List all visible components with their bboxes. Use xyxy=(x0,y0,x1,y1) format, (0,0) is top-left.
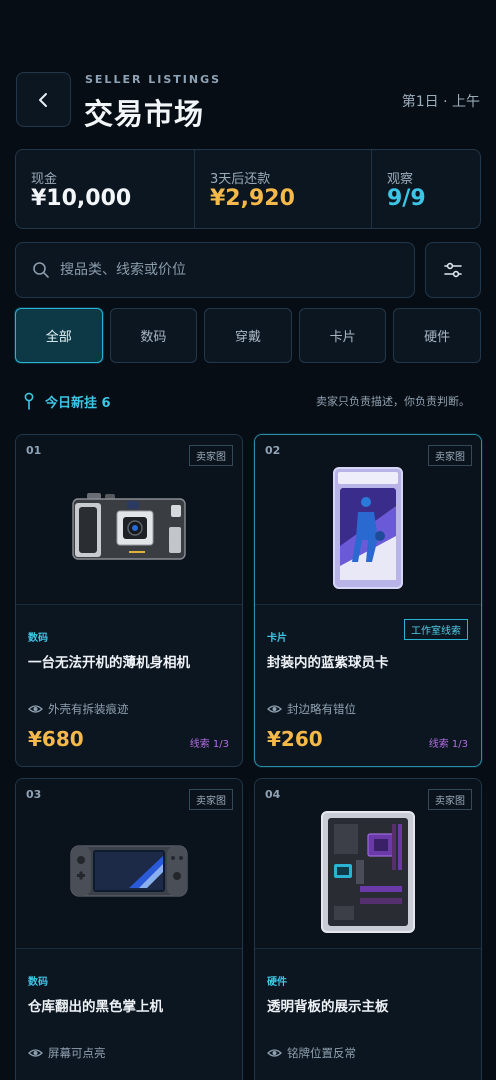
listing-observation: 屏幕可点亮 xyxy=(28,1045,106,1061)
day-indicator: 第1日 · 上午 xyxy=(401,94,480,110)
observation-text: 铭牌位置反常 xyxy=(287,1046,356,1060)
pin-icon xyxy=(24,392,34,410)
disclaimer-text: 卖家只负责描述，你负责判断。 xyxy=(316,395,470,408)
stat-cash: 现金 ¥10,000 xyxy=(16,150,194,228)
stat-observe: 观察 9/9 xyxy=(371,150,480,228)
listing-image-area: 01 卖家图 xyxy=(16,435,242,605)
sliders-icon xyxy=(444,262,462,278)
handheld-console-illustration-icon xyxy=(70,844,188,897)
listing-title: 一台无法开机的薄机身相机 xyxy=(28,655,190,671)
listing-title: 封装内的蓝紫球员卡 xyxy=(267,655,389,671)
workshop-clue-tag: 工作室线索 xyxy=(404,619,468,640)
observation-text: 屏幕可点亮 xyxy=(48,1046,106,1060)
category-tabs: 全部 数码 穿戴 卡片 硬件 xyxy=(15,308,481,364)
new-listings-count: 今日新挂 6 xyxy=(45,396,111,411)
stat-label: 现金 xyxy=(31,172,58,187)
listing-card[interactable]: 01 卖家图 数码 一台无法开机的薄机身相机 外壳有拆装痕迹 ¥680 线索 1… xyxy=(15,434,243,767)
section-eyebrow: SELLER LISTINGS xyxy=(85,73,222,86)
listing-observation: 铭牌位置反常 xyxy=(267,1045,356,1061)
stat-value: ¥10,000 xyxy=(31,186,132,211)
observation-text: 外壳有拆装痕迹 xyxy=(48,702,129,716)
listing-card[interactable]: 04 卖家图 硬件 透明背板的展示主板 铭牌位置反常 xyxy=(254,778,482,1080)
new-listings-row: 今日新挂 6 卖家只负责描述，你负责判断。 xyxy=(22,390,476,412)
search-input[interactable] xyxy=(60,262,414,278)
listing-image-area: 04 卖家图 xyxy=(255,779,481,949)
search-icon xyxy=(33,262,49,278)
stat-repayment: 3天后还款 ¥2,920 xyxy=(194,150,371,228)
listing-category: 数码 xyxy=(28,977,48,988)
stats-panel: 现金 ¥10,000 3天后还款 ¥2,920 观察 9/9 xyxy=(15,149,481,229)
motherboard-illustration-icon xyxy=(321,810,415,933)
market-page: SELLER LISTINGS 交易市场 第1日 · 上午 现金 ¥10,000… xyxy=(0,0,496,1080)
tab-digital[interactable]: 数码 xyxy=(109,308,198,363)
listing-observation: 外壳有拆装痕迹 xyxy=(28,701,129,717)
listing-price: ¥680 xyxy=(28,727,84,751)
listing-observation: 封边略有错位 xyxy=(267,701,356,717)
listing-card[interactable]: 02 卖家图 工作室线索 卡片 封装内的蓝紫球员卡 封边略有错位 ¥260 线索… xyxy=(254,434,482,767)
header: SELLER LISTINGS 交易市场 第1日 · 上午 xyxy=(16,72,480,131)
eye-icon xyxy=(28,705,43,713)
stat-value: ¥2,920 xyxy=(210,186,295,211)
chevron-left-icon xyxy=(38,92,47,107)
listing-image-area: 02 卖家图 xyxy=(255,435,481,605)
stat-label: 观察 xyxy=(387,172,414,187)
camera-illustration-icon xyxy=(72,492,186,560)
tab-cards[interactable]: 卡片 xyxy=(298,308,387,363)
observation-text: 封边略有错位 xyxy=(287,702,356,716)
stat-value: 9/9 xyxy=(387,186,426,211)
tab-hardware[interactable]: 硬件 xyxy=(393,308,481,363)
back-button[interactable] xyxy=(16,72,71,127)
search-bar[interactable] xyxy=(15,242,415,298)
stat-label: 3天后还款 xyxy=(210,172,271,187)
clue-progress: 线索 1/3 xyxy=(428,739,468,750)
listing-title: 透明背板的展示主板 xyxy=(267,999,389,1015)
listing-price: ¥260 xyxy=(267,727,323,751)
listing-category: 数码 xyxy=(28,633,48,644)
page-title: 交易市场 xyxy=(84,97,205,131)
graded-card-illustration-icon xyxy=(333,466,403,589)
listing-image-area: 03 卖家图 xyxy=(16,779,242,949)
listing-card[interactable]: 03 卖家图 数码 仓库翻出的黑色掌上机 屏幕可点亮 xyxy=(15,778,243,1080)
filter-button[interactable] xyxy=(425,242,481,298)
listing-title: 仓库翻出的黑色掌上机 xyxy=(28,999,163,1015)
listing-category: 卡片 xyxy=(267,633,287,644)
clue-progress: 线索 1/3 xyxy=(189,739,229,750)
listing-category: 硬件 xyxy=(267,977,287,988)
tab-wearable[interactable]: 穿戴 xyxy=(204,308,292,363)
eye-icon xyxy=(28,1049,43,1057)
eye-icon xyxy=(267,705,282,713)
tab-all[interactable]: 全部 xyxy=(15,308,103,363)
eye-icon xyxy=(267,1049,282,1057)
